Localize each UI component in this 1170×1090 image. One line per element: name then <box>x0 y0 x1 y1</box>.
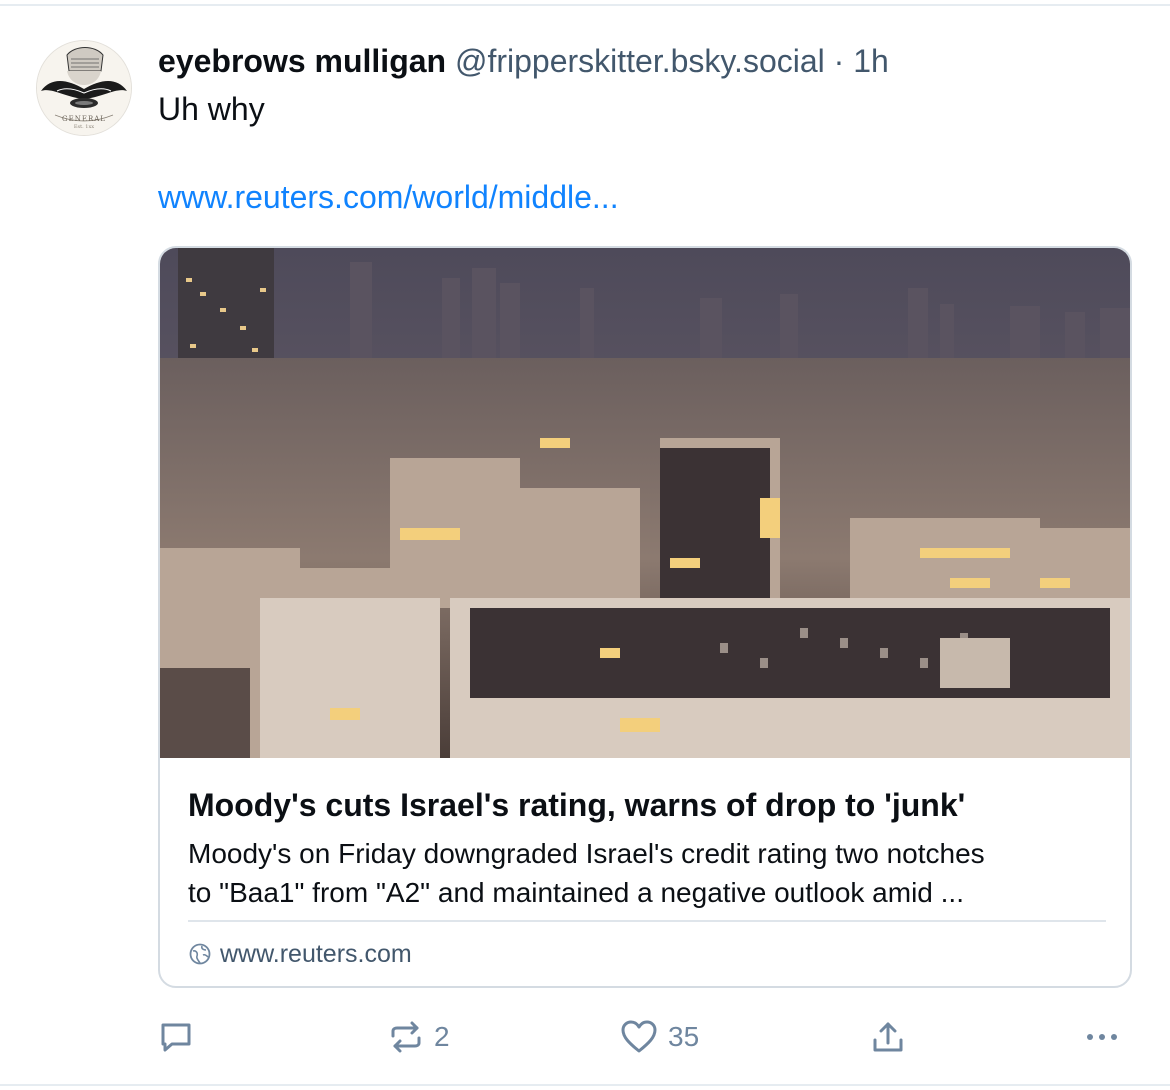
author-handle[interactable]: @fripperskitter.bsky.social <box>455 43 825 79</box>
post-header: eyebrows mulligan @fripperskitter.bsky.s… <box>158 36 1138 86</box>
more-icon <box>1087 1034 1117 1040</box>
card-description-line2: to "Baa1" from "A2" and maintained a neg… <box>188 877 964 908</box>
header-separator: · <box>833 43 845 79</box>
avatar-label-top: GENERAL <box>62 115 106 123</box>
globe-icon <box>189 943 211 965</box>
repost-count: 2 <box>434 1021 450 1052</box>
repost-button[interactable]: 2 <box>388 1012 450 1062</box>
avatar[interactable]: GENERAL Est. 1xx <box>36 40 132 136</box>
card-description: Moody's on Friday downgraded Israel's cr… <box>188 834 1106 912</box>
post-link[interactable]: www.reuters.com/world/middle... <box>158 174 1138 220</box>
card-domain: www.reuters.com <box>220 940 412 968</box>
reply-icon <box>161 1023 191 1052</box>
card-image <box>160 248 1130 758</box>
author-name[interactable]: eyebrows mulligan <box>158 43 446 79</box>
heart-icon <box>621 1020 657 1053</box>
reply-button[interactable] <box>158 1012 194 1062</box>
avatar-label-bottom: Est. 1xx <box>73 124 95 130</box>
card-domain-row: www.reuters.com <box>188 936 412 972</box>
like-count: 35 <box>668 1021 700 1052</box>
post[interactable]: GENERAL Est. 1xx eyebrows mulligan @frip… <box>0 0 1170 1090</box>
card-title[interactable]: Moody's cuts Israel's rating, warns of d… <box>188 780 1106 830</box>
share-icon <box>873 1022 903 1052</box>
card-description-line1: Moody's on Friday downgraded Israel's cr… <box>188 838 985 869</box>
post-time[interactable]: 1h <box>853 43 889 79</box>
card-divider <box>188 920 1106 922</box>
repost-icon <box>391 1021 421 1053</box>
post-actions: 2 35 <box>158 1012 1138 1062</box>
post-content: eyebrows mulligan @fripperskitter.bsky.s… <box>158 36 1138 220</box>
post-text: Uh why <box>158 91 265 127</box>
share-button[interactable] <box>870 1012 906 1062</box>
like-button[interactable]: 35 <box>620 1012 699 1062</box>
more-button[interactable] <box>1084 1012 1120 1062</box>
bottom-divider <box>0 1084 1170 1086</box>
card-body: Moody's cuts Israel's rating, warns of d… <box>188 772 1106 912</box>
link-card[interactable]: Moody's cuts Israel's rating, warns of d… <box>158 246 1132 988</box>
